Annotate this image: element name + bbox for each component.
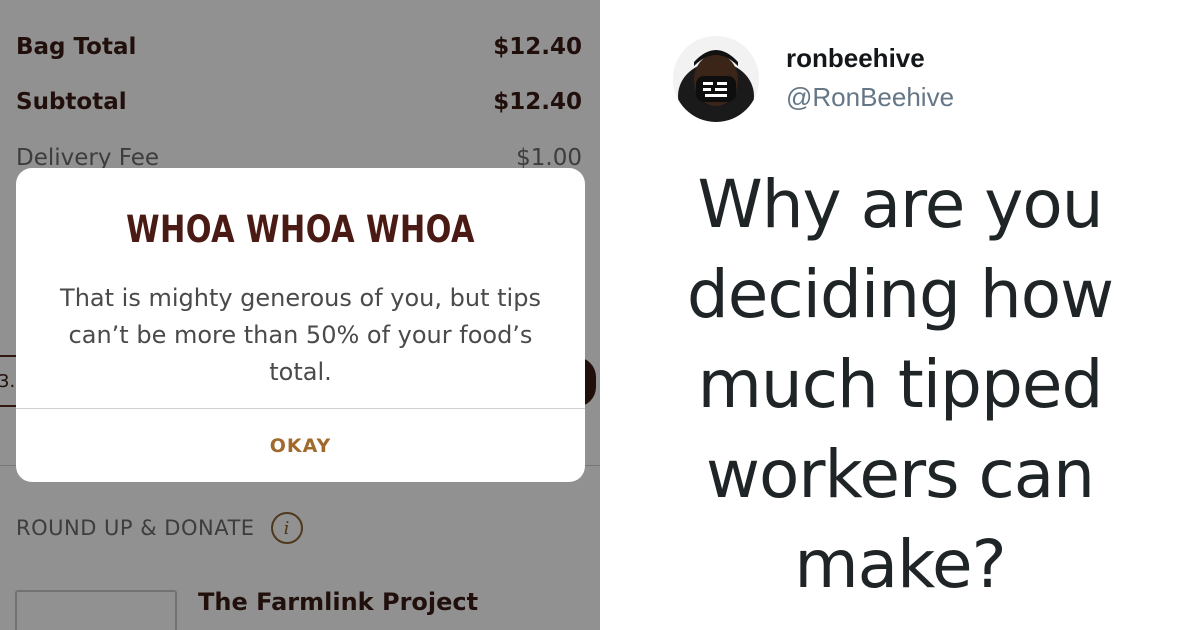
alert-message: That is mighty generous of you, but tips…: [60, 284, 541, 386]
alert-dialog: WHOA WHOA WHOA That is mighty generous o…: [16, 168, 585, 482]
tweet-panel: ronbeehive @RonBeehive Why are you decid…: [600, 0, 1200, 630]
avatar-image: [673, 36, 759, 122]
alert-title: WHOA WHOA WHOA: [126, 208, 475, 251]
tweet-text: Why are you deciding how much tipped wor…: [686, 166, 1114, 603]
tweet-handle[interactable]: @RonBeehive: [786, 82, 954, 113]
tweet-display-name[interactable]: ronbeehive: [786, 43, 925, 74]
okay-button[interactable]: OKAY: [16, 409, 585, 482]
avatar[interactable]: [673, 36, 759, 122]
checkout-screenshot: Bag Total $12.40 Subtotal $12.40 Deliver…: [0, 0, 600, 630]
